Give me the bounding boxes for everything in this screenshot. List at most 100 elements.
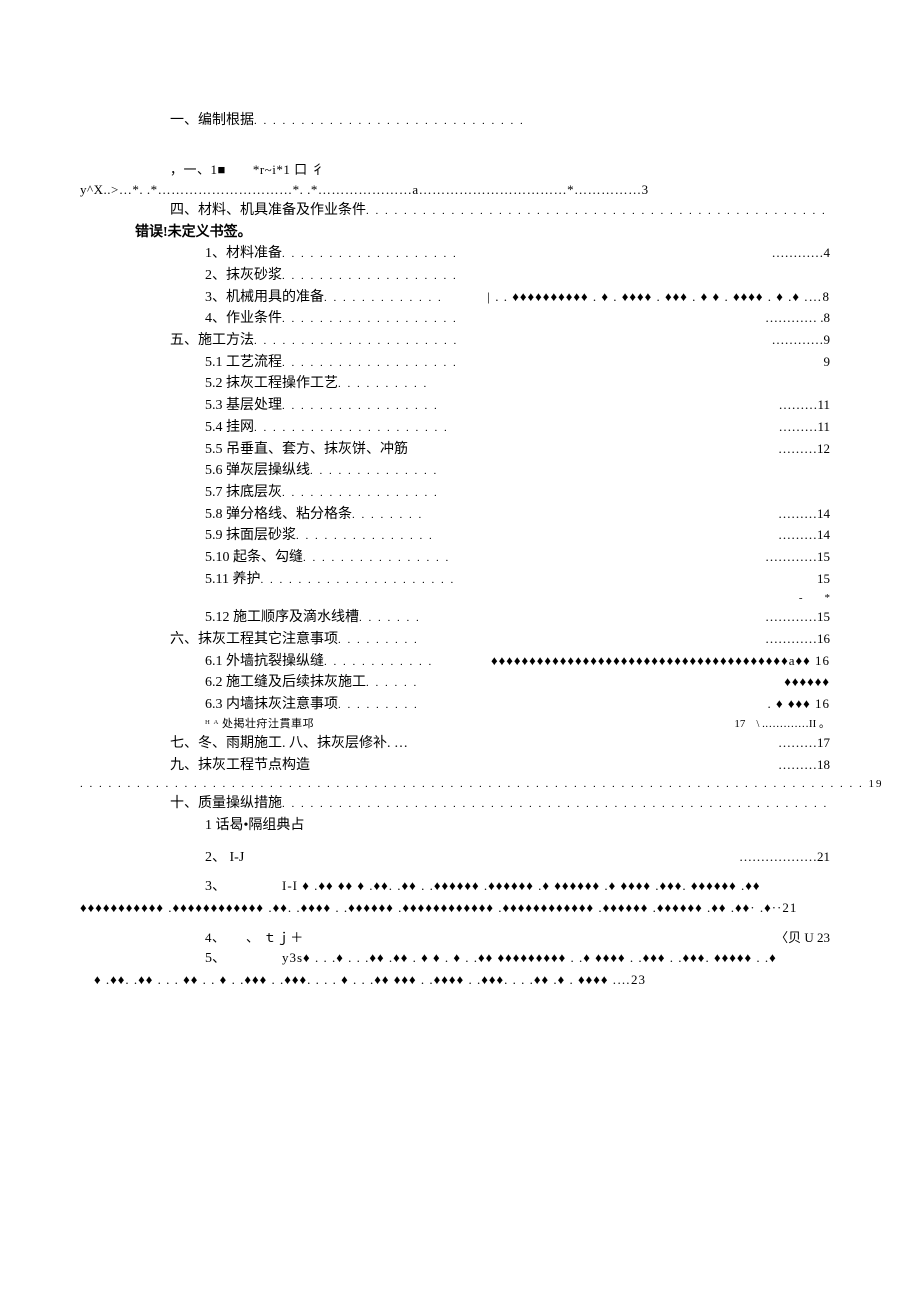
toc-entry: 6.3 内墙抹灰注意事项 . . . . . . . . .. ♦ ♦♦♦ 16 (80, 694, 830, 716)
toc-entry: 5.6 弹灰层操纵线 . . . . . . . . . . . . . . (80, 460, 830, 482)
toc-label: 2、 I-J (205, 847, 244, 869)
toc-label: 5.3 基层处理 (205, 395, 282, 417)
toc-entry: 3、 I-I ♦ .♦♦ ♦♦ ♦ .♦♦. .♦♦ . .♦♦♦♦♦♦ .♦♦… (80, 876, 830, 898)
toc-entry: 5.4 挂网 . . . . . . . . . . . . . . . . .… (80, 417, 830, 439)
toc-annotation-text: - * (799, 590, 830, 607)
toc-entry: . . . . . . . . . . . . . . . . . . . . … (80, 776, 830, 793)
toc-entry: 十、质量操纵措施 . . . . . . . . . . . . . . . .… (80, 793, 830, 815)
toc-entry: ♦ .♦♦. .♦♦ . . . ♦♦ . . ♦ . .♦♦♦ . .♦♦♦.… (80, 970, 830, 990)
toc-entry: 5.10 起条、勾缝 . . . . . . . . . . . . . . .… (80, 547, 830, 569)
toc-entry: 5.12 施工顺序及滴水线槽 . . . . . . .…………15 (80, 607, 830, 629)
toc-entry: 1 话曷•隔组典占 (80, 815, 830, 837)
toc-page-number: ………17 (778, 733, 830, 753)
toc-page-number: ………11 (778, 395, 830, 415)
toc-label: 4、作业条件 (205, 308, 282, 330)
toc-label: 5.6 弹灰层操纵线 (205, 460, 310, 482)
toc-label: 4、 、 ｔｊ＋ (205, 928, 304, 948)
toc-page-number: ♦♦♦♦♦♦♦♦♦♦♦♦♦♦♦♦♦♦♦♦♦♦♦♦♦♦♦♦♦♦♦♦♦♦♦♦♦♦♦a… (491, 651, 830, 671)
toc-label: 3、 (205, 876, 226, 898)
toc-label: 6.2 施工缝及后续抹灰施工 (205, 672, 366, 694)
toc-leader: . . . . . . . . . . . . . . (310, 463, 830, 480)
toc-page-number: . ♦ ♦♦♦ 16 (767, 694, 830, 714)
toc-page-number: ………… .8 (765, 308, 830, 328)
toc-label: . . . . . . . . . . . . . . . . . . . . … (80, 776, 884, 793)
toc-label: 5.10 起条、勾缝 (205, 547, 303, 569)
toc-page-number: ………12 (778, 439, 830, 459)
toc-leader: . . . . . . (366, 675, 756, 692)
toc-page-number: …………15 (765, 547, 830, 567)
toc-entry: 3、机械用具的准备. . . . . . . . . . . . .| . . … (80, 287, 830, 309)
toc-label: ♦♦♦♦♦♦♦♦♦♦♦ .♦♦♦♦♦♦♦♦♦♦♦♦ .♦♦. .♦♦♦♦ . .… (80, 898, 797, 918)
toc-entry: 5、 y3s♦ . . .♦ . . .♦♦ .♦♦ . ♦ ♦ . ♦ . .… (80, 948, 830, 970)
toc-leader: . . . . . . . . . . . . . . . . . (282, 398, 778, 415)
toc-entry: 七、冬、雨期施工. 八、抹灰层修补. …………17 (80, 733, 830, 755)
toc-leader: . . . . . . . . . . . . . . . . (303, 550, 765, 567)
toc-entry: 6.2 施工缝及后续抹灰施工 . . . . . .♦♦♦♦♦♦ (80, 672, 830, 694)
toc-entry: 五、施工方法. . . . . . . . . . . . . . . . . … (80, 330, 830, 352)
toc-entry: 四、材料、机具准备及作业条件 . . . . . . . . . . . . .… (80, 200, 830, 222)
toc-entry: 4、作业条件. . . . . . . . . . . . . . . . . … (80, 308, 830, 330)
toc-entry: 错误!未定义书签。 (80, 222, 830, 244)
toc-leader: . . . . . . . . . . . . . . . (296, 528, 778, 545)
toc-page: 一、编制根据 . . . . . . . . . . . . . . . . .… (0, 0, 920, 1030)
toc-label: ，一、1■ *r~i*1 口 彳 (170, 160, 325, 180)
toc-leader: I-I ♦ .♦♦ ♦♦ ♦ .♦♦. .♦♦ . .♦♦♦♦♦♦ .♦♦♦♦♦… (226, 876, 830, 896)
toc-page-number: ………11 (778, 417, 830, 437)
toc-leader: . . . . . . . . . . . . . . . . . . . (282, 246, 772, 263)
toc-page-number: …………16 (765, 629, 830, 649)
toc-entry: 九、抹灰工程节点构造………18 (80, 755, 830, 777)
toc-page-number: 15 (817, 569, 830, 589)
toc-label: ♦ .♦♦. .♦♦ . . . ♦♦ . . ♦ . .♦♦♦ . .♦♦♦.… (80, 970, 646, 990)
toc-page-number: ………14 (778, 504, 830, 524)
toc-page-number: ………14 (778, 525, 830, 545)
toc-label: 六、抹灰工程其它注意事项 (170, 629, 338, 651)
toc-page-number: …………15 (765, 607, 830, 627)
toc-label: 6.3 内墙抹灰注意事项 (205, 694, 338, 716)
toc-entry: y^X..>…*. .*…………………………*. .*…………………a……………… (80, 180, 830, 200)
toc-page-number: 17 \ .…………II 。 (734, 716, 830, 733)
toc-label: ᴴ ᴬ 处掲壮疛汢貫車邛 (205, 716, 314, 733)
toc-annotation: - * (80, 590, 830, 607)
toc-leader: . . . . . . . . . . . . (324, 654, 491, 671)
toc-entry: 5.11 养护 . . . . . . . . . . . . . . . . … (80, 569, 830, 591)
toc-label: 2、抹灰砂浆 (205, 265, 282, 287)
toc-leader: y3s♦ . . .♦ . . .♦♦ .♦♦ . ♦ ♦ . ♦ . .♦♦ … (226, 948, 830, 968)
toc-leader: . . . . . . . . . . . . . (324, 290, 487, 307)
toc-page-number: …………9 (772, 330, 831, 350)
toc-entry: 5.5 吊垂直、套方、抹灰饼、冲筋 ………12 (80, 439, 830, 461)
toc-page-number: 9 (824, 352, 831, 372)
toc-entry: 一、编制根据 . . . . . . . . . . . . . . . . .… (80, 110, 830, 132)
toc-leader: . . . . . . . . . . . . . . . . . . . . … (254, 113, 830, 130)
toc-entry: ，一、1■ *r~i*1 口 彳 (80, 160, 830, 180)
toc-label: 5.1 工艺流程 (205, 352, 282, 374)
toc-leader: . . . . . . . . . . . . . . . . . . . . … (254, 420, 778, 437)
toc-leader: . . . . . . . . . . (338, 376, 830, 393)
toc-label: 五、施工方法 (170, 330, 254, 352)
toc-page-number: …………4 (772, 243, 831, 263)
toc-entry: 5.7 抹底层灰 . . . . . . . . . . . . . . . .… (80, 482, 830, 504)
toc-entry: 4、 、 ｔｊ＋ 〈贝 U 23 (80, 928, 830, 948)
toc-page-number: ♦♦♦♦♦♦ (756, 672, 830, 692)
toc-entry: ᴴ ᴬ 处掲壮疛汢貫車邛 17 \ .…………II 。 (80, 716, 830, 733)
toc-label: 5.4 挂网 (205, 417, 254, 439)
toc-leader: . . . . . . . . . . . . . . . . . . . (282, 268, 830, 285)
toc-leader: . . . . . . . . . . . . . . . . . . . . … (282, 796, 830, 813)
toc-leader: . . . . . . . . . . . . . . . . . . . . … (254, 333, 772, 350)
toc-label: 九、抹灰工程节点构造 (170, 755, 310, 777)
toc-label: 5、 (205, 948, 226, 970)
toc-label: 5.8 弹分格线、粘分格条 (205, 504, 352, 526)
toc-leader: . . . . . . . . . . . . . . . . . . . . … (366, 203, 830, 220)
toc-label: 5.2 抹灰工程操作工艺 (205, 373, 338, 395)
toc-label: 1 话曷•隔组典占 (205, 815, 304, 837)
toc-label: 6.1 外墙抗裂操纵缝 (205, 651, 324, 673)
toc-page-number: 〈贝 U 23 (775, 928, 830, 948)
toc-label: 5.5 吊垂直、套方、抹灰饼、冲筋 (205, 439, 408, 461)
toc-label: 十、质量操纵措施 (170, 793, 282, 815)
toc-entry: ♦♦♦♦♦♦♦♦♦♦♦ .♦♦♦♦♦♦♦♦♦♦♦♦ .♦♦. .♦♦♦♦ . .… (80, 898, 830, 918)
toc-label: 1、材料准备 (205, 243, 282, 265)
toc-label: 错误!未定义书签。 (135, 222, 252, 244)
toc-entry: 5.1 工艺流程 . . . . . . . . . . . . . . . .… (80, 352, 830, 374)
toc-entry: 5.3 基层处理 . . . . . . . . . . . . . . . .… (80, 395, 830, 417)
toc-leader: . . . . . . . . (352, 507, 778, 524)
toc-entry: 六、抹灰工程其它注意事项. . . . . . . . .…………16 (80, 629, 830, 651)
